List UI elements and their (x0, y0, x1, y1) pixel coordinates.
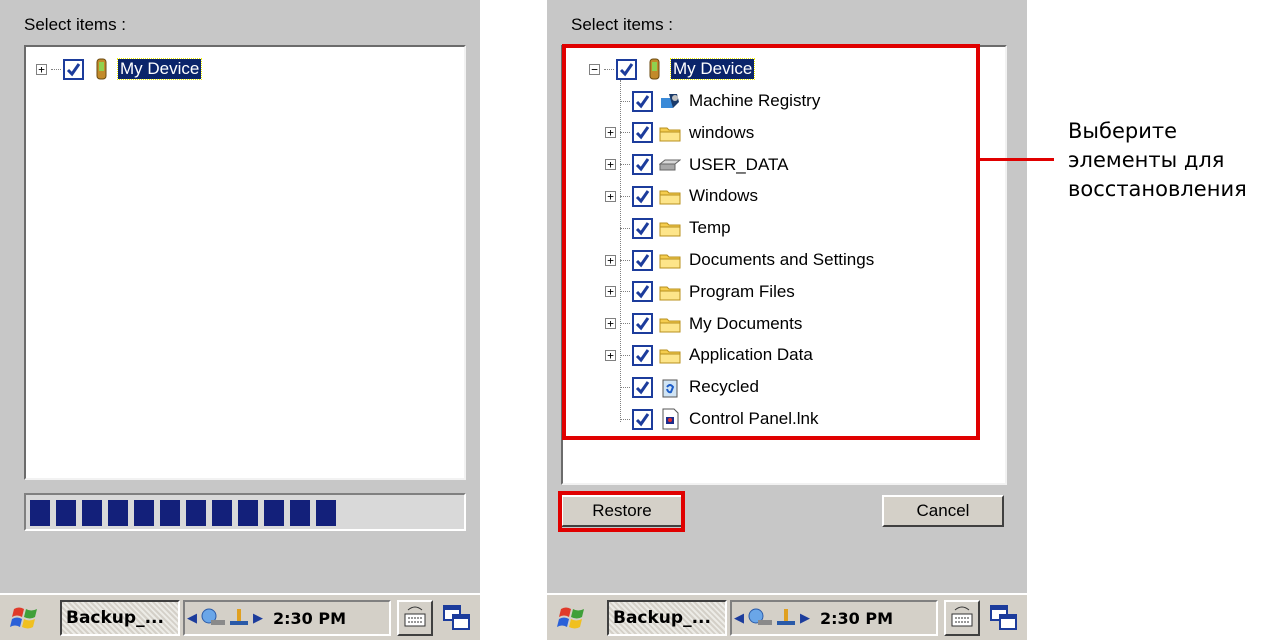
tray-left-arrow-icon[interactable]: ◀ (734, 610, 744, 626)
backup-task-button[interactable]: Backup_... (60, 600, 180, 636)
progress-block (160, 500, 180, 526)
progress-block (316, 500, 336, 526)
progress-bar (24, 493, 466, 531)
start-windows-icon[interactable] (10, 604, 40, 632)
item-tree[interactable]: + My Device (24, 45, 466, 480)
clock[interactable]: 2:30 PM (820, 609, 893, 628)
keyboard-button[interactable] (397, 600, 433, 636)
callout-text: Выберите элементы для восстановления (1068, 117, 1247, 204)
checkmark-icon (66, 62, 81, 76)
callout-line-2: элементы для (1068, 148, 1225, 172)
backup-task-button[interactable]: Backup_... (607, 600, 727, 636)
start-windows-icon[interactable] (557, 604, 587, 632)
taskbar: Backup_... ◀ ▶ 2:30 PM (0, 593, 480, 640)
tray-left-arrow-icon[interactable]: ◀ (187, 610, 197, 626)
callout-line-3: восстановления (1068, 177, 1247, 201)
progress-block (238, 500, 258, 526)
progress-block (108, 500, 128, 526)
task-label: Backup_... (613, 608, 711, 628)
callout-line (980, 158, 1054, 161)
system-tray: ◀ ▶ 2:30 PM (730, 600, 938, 636)
keyboard-icon (404, 606, 426, 627)
switch-windows-icon[interactable] (440, 600, 474, 636)
root-label[interactable]: My Device (116, 58, 203, 80)
progress-block (212, 500, 232, 526)
tray-right-arrow-icon[interactable]: ▶ (800, 610, 810, 626)
tray-right-arrow-icon[interactable]: ▶ (253, 610, 263, 626)
switch-windows-icon[interactable] (987, 600, 1021, 636)
taskbar: Backup_... ◀ ▶ 2:30 PM (547, 593, 1027, 640)
progress-block (264, 500, 284, 526)
clock[interactable]: 2:30 PM (273, 609, 346, 628)
network-globe-icon[interactable] (746, 607, 774, 629)
progress-block (30, 500, 50, 526)
progress-block (186, 500, 206, 526)
progress-block (290, 500, 310, 526)
cancel-button[interactable]: Cancel (882, 495, 1004, 527)
task-label: Backup_... (66, 608, 164, 628)
progress-block (56, 500, 76, 526)
root-checkbox[interactable] (63, 58, 84, 80)
select-items-label: Select items : (571, 15, 674, 34)
backup-screen-left: Select items : + My Device Backup_... ◀ (0, 0, 480, 640)
tree-highlight-box (562, 44, 980, 440)
system-tray: ◀ ▶ 2:30 PM (183, 600, 391, 636)
select-items-label: Select items : (24, 15, 127, 34)
progress-block (134, 500, 154, 526)
network-globe-icon[interactable] (199, 607, 227, 629)
restore-highlight-box (558, 491, 685, 532)
progress-block (82, 500, 102, 526)
callout-line-1: Выберите (1068, 119, 1177, 143)
tree-root-row[interactable]: + My Device (36, 54, 203, 84)
keyboard-button[interactable] (944, 600, 980, 636)
device-icon (96, 58, 107, 80)
expand-icon[interactable]: + (36, 63, 47, 75)
keyboard-icon (951, 606, 973, 627)
usb-connection-icon[interactable] (774, 607, 798, 629)
cancel-label: Cancel (916, 501, 970, 520)
usb-connection-icon[interactable] (227, 607, 251, 629)
